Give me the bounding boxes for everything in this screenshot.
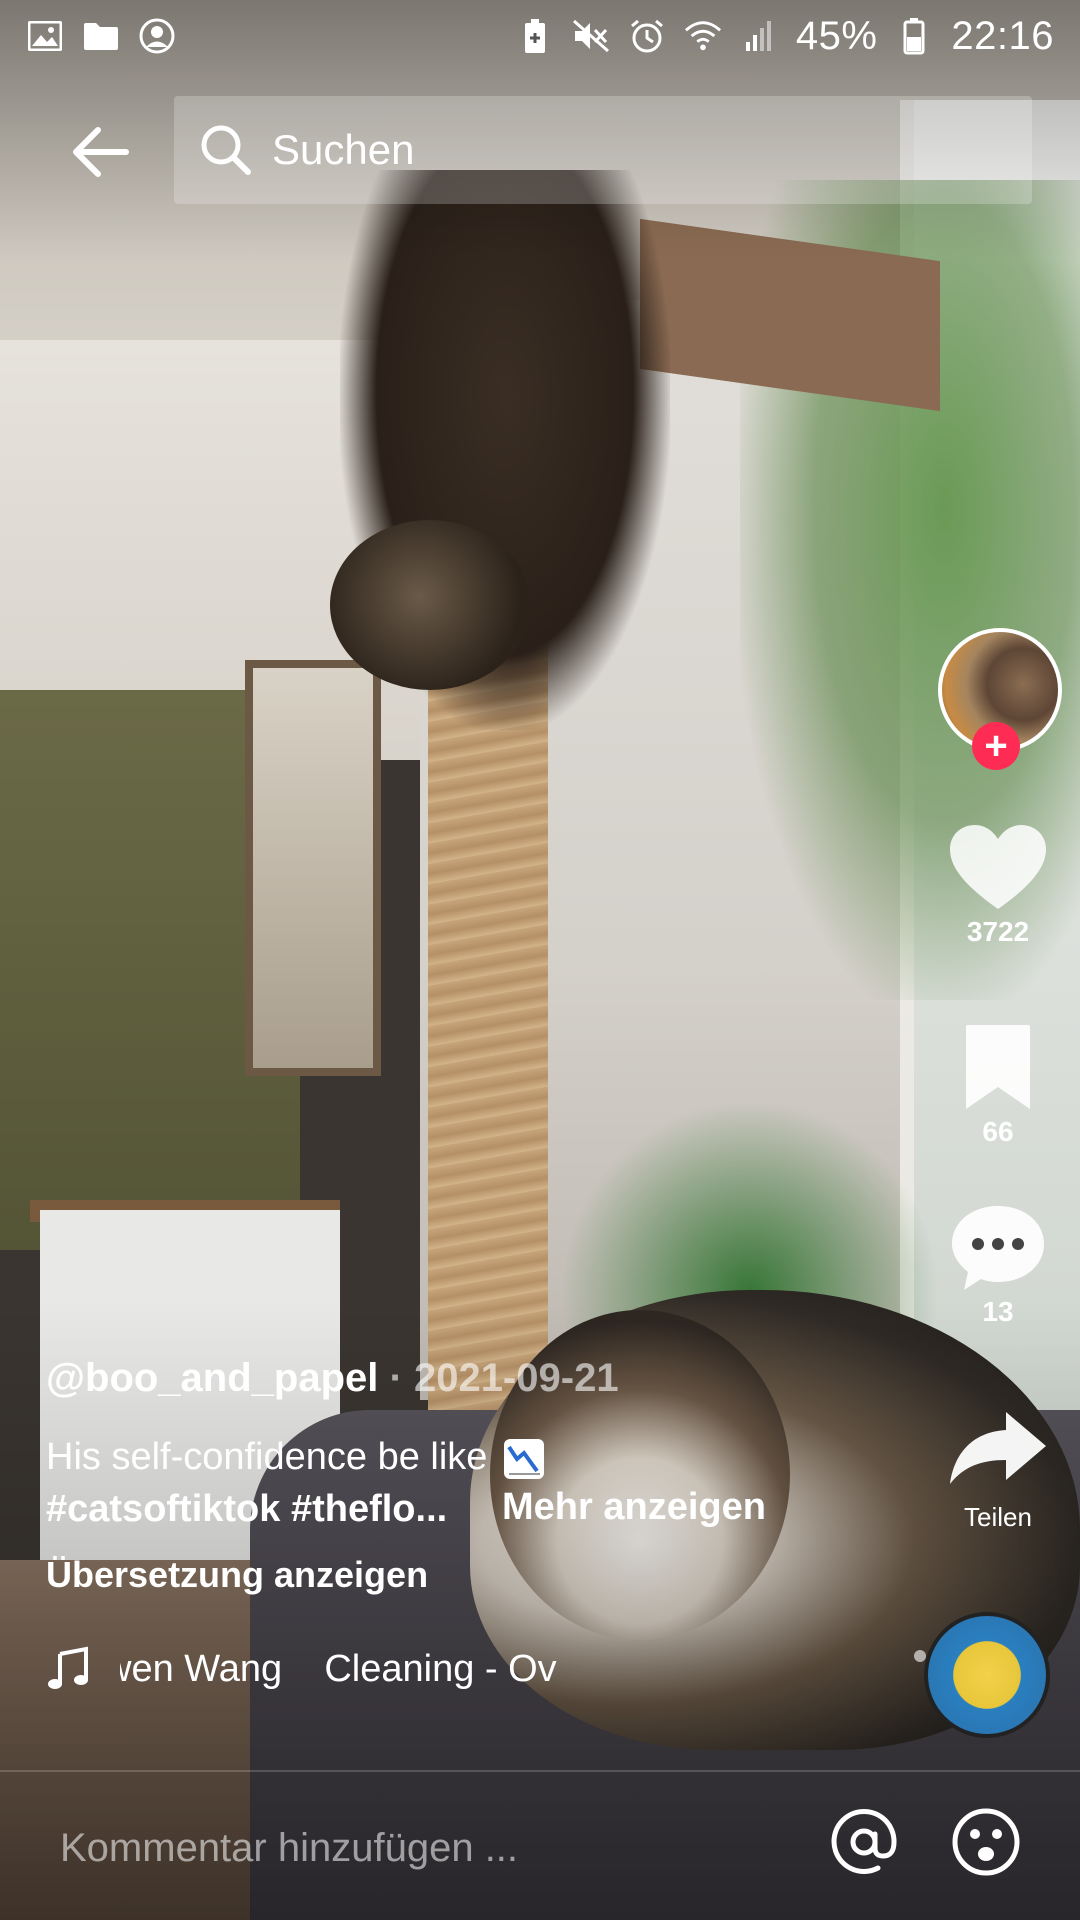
video-caption: His self-confidence be like — [46, 1436, 544, 1479]
comment-input[interactable]: Kommentar hinzufügen ... — [60, 1826, 518, 1871]
search-input[interactable]: Suchen — [174, 96, 1032, 204]
share-label: Teilen — [964, 1502, 1032, 1532]
status-left-icons — [26, 17, 176, 55]
music-title-text: wen Wang Cleaning - Ov — [120, 1647, 557, 1690]
comment-icon — [948, 1200, 1048, 1296]
hashtags[interactable]: #catsoftiktok #theflo... — [46, 1488, 447, 1531]
bookmark-count: 66 — [982, 1116, 1014, 1147]
bookmark-icon — [948, 1020, 1048, 1116]
alarm-icon — [628, 17, 666, 55]
folder-icon — [82, 17, 120, 55]
like-button[interactable]: 3722 — [930, 820, 1066, 948]
caption-text: His self-confidence be like — [46, 1436, 488, 1478]
at-mention-icon[interactable] — [828, 1806, 900, 1878]
comment-button[interactable]: 13 — [930, 1200, 1066, 1328]
share-button[interactable]: Teilen — [930, 1400, 1066, 1533]
author-name[interactable]: @boo_and_papel — [46, 1356, 378, 1400]
comment-divider — [0, 1770, 1080, 1772]
back-button[interactable] — [52, 112, 148, 192]
battery-percent: 45% — [795, 13, 878, 58]
search-placeholder: Suchen — [272, 126, 415, 173]
music-title: wen Wang Cleaning - Ov — [120, 1648, 590, 1691]
video-frame[interactable] — [0, 0, 1080, 1920]
more-button[interactable]: Mehr anzeigen — [502, 1486, 766, 1529]
share-icon — [948, 1400, 1048, 1496]
comment-count: 13 — [982, 1296, 1014, 1327]
image-icon — [26, 17, 64, 55]
mute-icon — [572, 17, 610, 55]
battery-icon — [895, 17, 933, 55]
chart-decreasing-icon — [504, 1438, 544, 1479]
disc-indicator — [914, 1650, 926, 1662]
bookmark-button[interactable]: 66 — [930, 1020, 1066, 1148]
music-disc[interactable] — [924, 1612, 1050, 1738]
scene-climbing-cat-head — [330, 520, 530, 690]
music-row[interactable]: wen Wang Cleaning - Ov — [46, 1646, 590, 1692]
account-circle-icon — [138, 17, 176, 55]
clock: 22:16 — [951, 13, 1054, 58]
back-arrow-icon — [73, 127, 129, 177]
battery-saver-icon — [516, 17, 554, 55]
like-count: 3722 — [966, 916, 1030, 947]
wifi-icon — [684, 17, 722, 55]
heart-icon — [948, 820, 1048, 916]
emoji-icon[interactable] — [950, 1806, 1022, 1878]
music-note-icon — [48, 1646, 88, 1689]
status-right-icons: 45% 22:16 — [516, 14, 1054, 59]
search-icon — [201, 125, 251, 175]
signal-icon — [740, 17, 778, 55]
follow-button[interactable]: + — [972, 722, 1020, 770]
status-bar: 45% 22:16 — [0, 0, 1080, 72]
post-date: · 2021-09-21 — [389, 1356, 619, 1400]
translate-button[interactable]: Übersetzung anzeigen — [46, 1554, 428, 1596]
author-line: @boo_and_papel · 2021-09-21 — [46, 1356, 619, 1401]
